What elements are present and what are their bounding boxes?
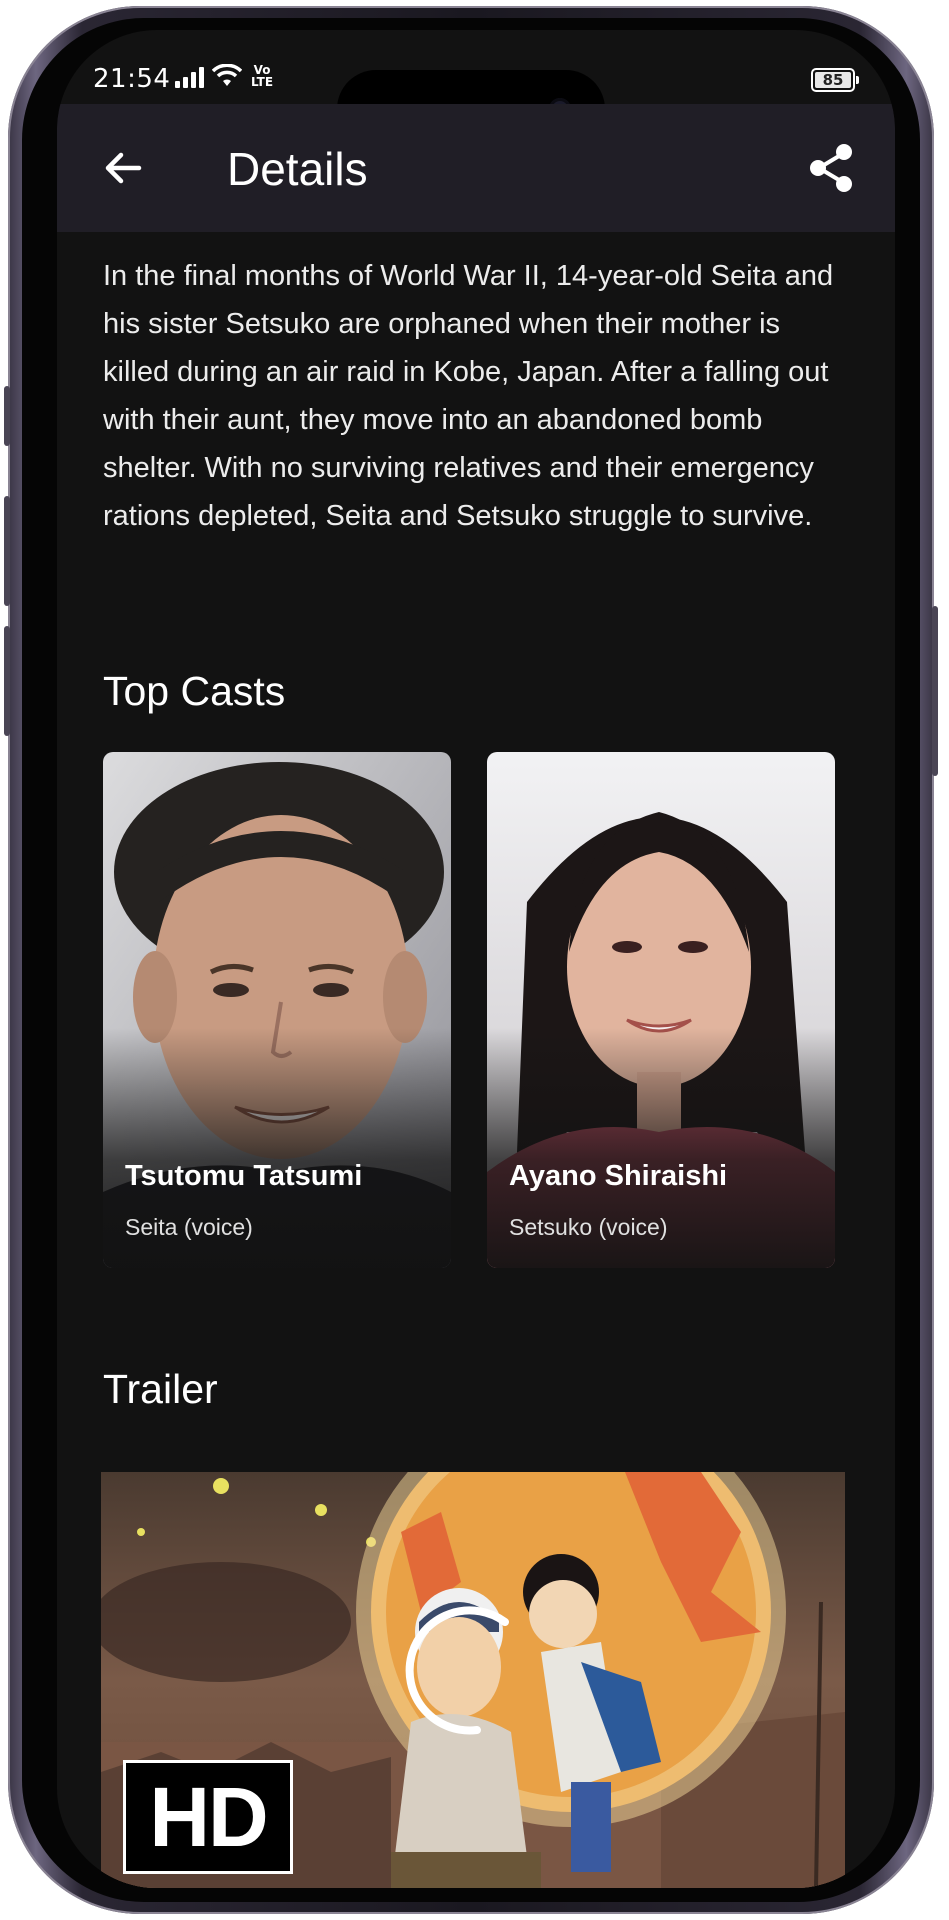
status-time: 21:54 [93,64,171,94]
cast-role: Setsuko (voice) [509,1214,668,1240]
side-button [4,386,10,446]
play-icon [405,1606,509,1735]
share-button[interactable] [805,142,857,194]
cast-name: Ayano Shiraishi [509,1160,728,1192]
wifi-icon [212,64,242,86]
trailer-heading: Trailer [103,1366,218,1412]
app-screen: 21:54 Vo LTE 85 Details In the final mon… [57,30,895,1888]
cast-card[interactable]: Ayano Shiraishi Setsuko (voice) [487,752,835,1268]
battery-level: 85 [822,71,844,89]
volte-label: Vo LTE [250,63,274,89]
status-icons: Vo LTE [175,64,274,88]
cast-card[interactable]: Tsutomu Tatsumi Seita (voice) [103,752,451,1268]
app-bar: Details [57,104,895,232]
back-button[interactable] [99,144,147,192]
battery-icon: 85 [811,68,859,92]
volume-up-button [4,496,10,606]
overview-text: In the final months of World War II, 14-… [103,260,834,532]
signal-icon [175,66,204,88]
page-title: Details [227,143,368,195]
trailer-thumbnail[interactable]: HD [101,1472,845,1888]
share-icon [810,144,852,192]
arrow-left-icon [105,152,142,184]
cast-name: Tsutomu Tatsumi [125,1160,363,1192]
hd-badge: HD [123,1760,293,1874]
volume-down-button [4,626,10,736]
cast-role: Seita (voice) [125,1214,253,1240]
top-casts-heading: Top Casts [103,668,286,714]
power-button [932,606,938,776]
